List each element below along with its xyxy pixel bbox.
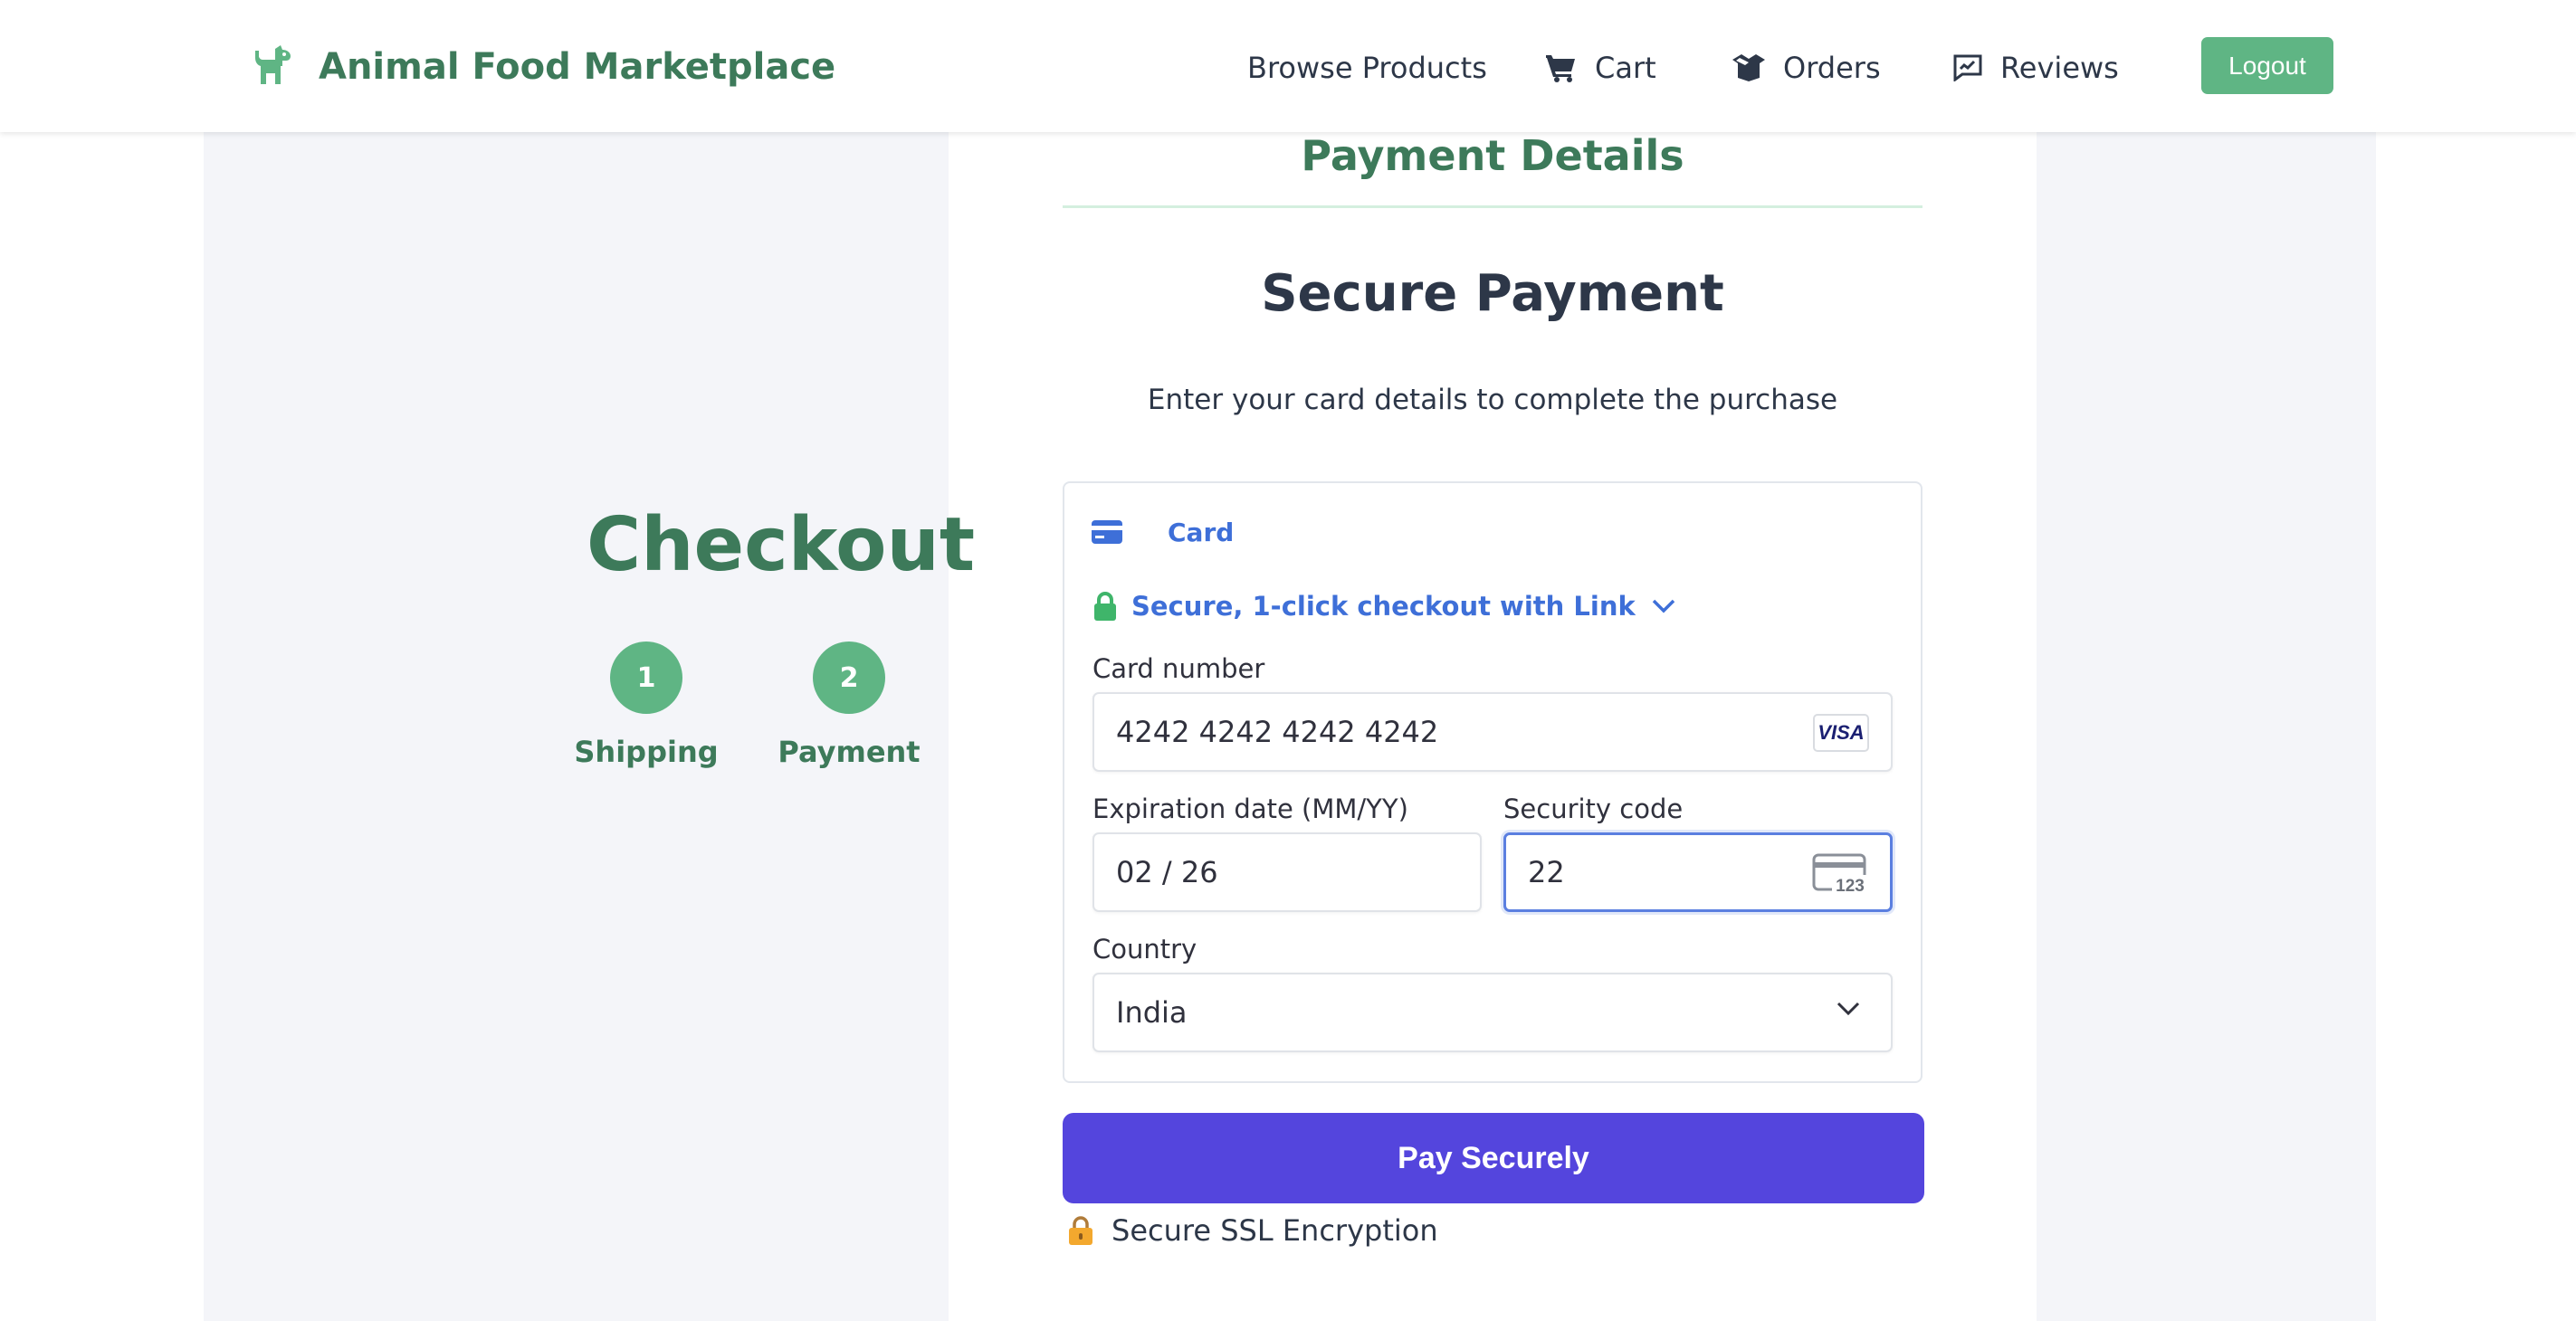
card-number-input[interactable]: 4242 4242 4242 4242 VISA: [1092, 692, 1893, 772]
visa-icon: VISA: [1813, 714, 1869, 752]
link-checkout-toggle[interactable]: Secure, 1-click checkout with Link: [1093, 586, 1675, 626]
nav-orders[interactable]: Orders: [1732, 45, 1881, 90]
nav-orders-label: Orders: [1783, 51, 1881, 85]
country-select[interactable]: India: [1092, 973, 1893, 1052]
country-label: Country: [1092, 934, 1197, 965]
nav-cart[interactable]: Cart: [1546, 45, 1656, 90]
box-open-icon: [1732, 54, 1765, 81]
link-checkout-text: Secure, 1-click checkout with Link: [1131, 591, 1636, 622]
expiry-label: Expiration date (MM/YY): [1092, 794, 1408, 824]
tab-card[interactable]: Card: [1092, 514, 1234, 550]
pay-securely-button[interactable]: Pay Securely: [1063, 1113, 1924, 1203]
nav-browse-label: Browse Products: [1247, 51, 1487, 85]
review-icon: [1953, 54, 1982, 81]
step-1-label: Shipping: [574, 735, 719, 769]
payment-details-title: Payment Details: [1301, 131, 1684, 180]
padlock-icon: [1069, 1216, 1092, 1245]
dog-icon: [255, 45, 291, 84]
step-2-label: Payment: [778, 735, 921, 769]
ssl-text: Secure SSL Encryption: [1111, 1213, 1438, 1248]
expiry-input[interactable]: 02 / 26: [1092, 832, 1482, 912]
nav-reviews-label: Reviews: [2000, 51, 2119, 85]
title-divider: [1063, 205, 1922, 208]
nav-cart-label: Cart: [1595, 51, 1656, 85]
nav-reviews[interactable]: Reviews: [1953, 45, 2119, 90]
lock-icon: [1094, 592, 1116, 621]
logout-button[interactable]: Logout: [2201, 37, 2333, 94]
top-navbar: Animal Food Marketplace Browse Products …: [0, 0, 2576, 132]
cvc-card-icon: 123: [1812, 853, 1868, 895]
step-2-circle: 2: [813, 641, 885, 714]
country-value: India: [1116, 995, 1188, 1030]
card-number-value: 4242 4242 4242 4242: [1116, 715, 1439, 749]
cart-icon: [1546, 55, 1575, 82]
expiry-value: 02 / 26: [1116, 855, 1218, 889]
chevron-down-icon: [1837, 1002, 1860, 1016]
card-number-label: Card number: [1092, 653, 1265, 684]
credit-card-icon: [1092, 520, 1122, 544]
tab-card-label: Card: [1168, 517, 1235, 547]
nav-browse-products[interactable]: Browse Products: [1247, 45, 1487, 90]
ssl-notice: Secure SSL Encryption: [1068, 1209, 1438, 1252]
brand-name: Animal Food Marketplace: [319, 46, 836, 88]
payment-subtitle: Enter your card details to complete the …: [1147, 384, 1838, 416]
cvc-icon-text: 123: [1836, 877, 1865, 895]
checkout-title: Checkout: [587, 502, 976, 588]
security-code-input[interactable]: 22 123: [1503, 832, 1893, 912]
chevron-down-icon: [1652, 599, 1674, 613]
security-code-label: Security code: [1503, 794, 1684, 824]
secure-payment-heading: Secure Payment: [1261, 264, 1724, 323]
brand-link[interactable]: Animal Food Marketplace: [248, 42, 835, 92]
step-1-circle: 1: [610, 641, 682, 714]
security-code-value: 22: [1528, 855, 1565, 889]
